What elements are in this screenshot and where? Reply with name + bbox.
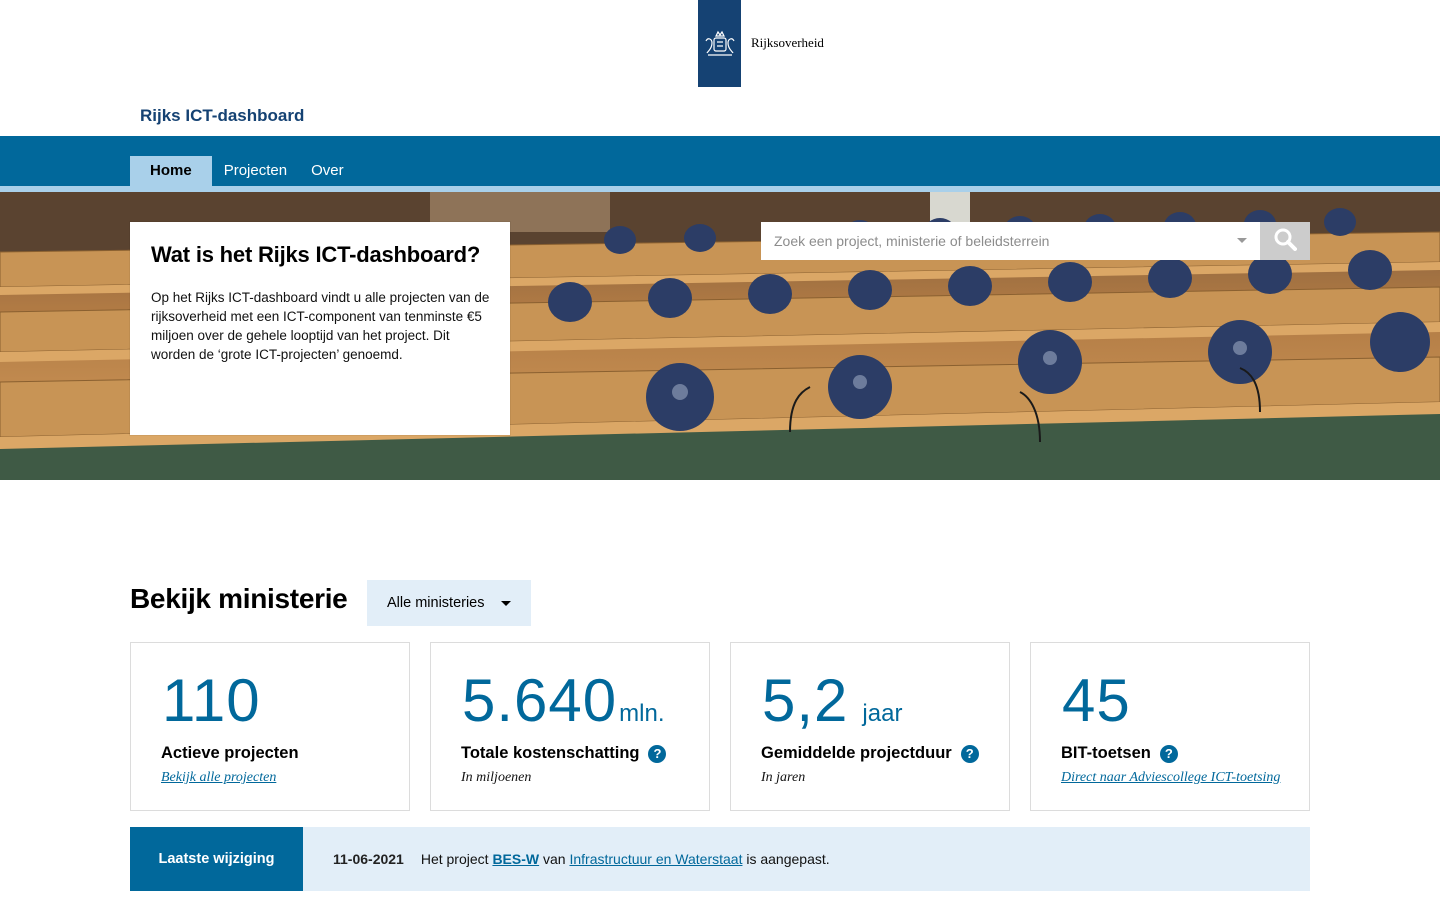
stat-sub: Direct naar Adviescollege ICT-toetsing <box>1061 770 1280 786</box>
link-project-bes-w[interactable]: BES-W <box>492 851 539 867</box>
logo-wordmark: Rijksoverheid <box>751 34 824 50</box>
help-icon[interactable]: ? <box>1159 744 1178 763</box>
stat-value: 5,2 jaar <box>762 667 903 734</box>
stat-card-actieve-projecten: 110 Actieve projecten Bekijk alle projec… <box>130 642 410 811</box>
logo-emblem-icon <box>698 0 741 87</box>
nav-item-over[interactable]: Over <box>299 156 356 186</box>
link-ministerie-ienw[interactable]: Infrastructuur en Waterstaat <box>569 851 742 867</box>
site-title[interactable]: Rijks ICT-dashboard <box>140 106 304 126</box>
ministry-dropdown-value: Alle ministeries <box>387 595 485 611</box>
stat-card-projectduur: 5,2 jaar Gemiddelde projectduur? In jaren <box>730 642 1010 811</box>
search-icon <box>1273 227 1297 256</box>
link-adviescollege-ict-toetsing[interactable]: Direct naar Adviescollege ICT-toetsing <box>1061 770 1280 785</box>
stat-label: BIT-toetsen? <box>1061 744 1178 763</box>
stat-unit: mln. <box>619 700 665 727</box>
stat-sub: In miljoenen <box>461 770 532 785</box>
stats-row: 110 Actieve projecten Bekijk alle projec… <box>130 642 1310 811</box>
latest-change-date: 11-06-2021 <box>333 851 404 867</box>
search-input[interactable] <box>761 222 1260 260</box>
stat-card-kostenschatting: 5.640mln. Totale kostenschatting? In mil… <box>430 642 710 811</box>
latest-change-text: Het project BES-W van Infrastructuur en … <box>420 851 830 867</box>
intro-card-text: Op het Rijks ICT-dashboard vindt u alle … <box>151 290 490 362</box>
stat-label: Actieve projecten <box>161 744 299 762</box>
stat-value: 5.640mln. <box>462 667 665 734</box>
chevron-down-icon <box>500 600 511 606</box>
ministry-dropdown[interactable]: Alle ministeries <box>367 580 531 626</box>
stat-label: Gemiddelde projectduur? <box>761 744 979 763</box>
stat-sub: In jaren <box>761 770 806 785</box>
stat-value: 45 <box>1062 667 1131 734</box>
rijksoverheid-logo[interactable]: Rijksoverheid <box>698 0 824 87</box>
main-navigation: Home Projecten Over <box>0 136 1440 186</box>
link-bekijk-alle-projecten[interactable]: Bekijk alle projecten <box>161 770 276 785</box>
latest-change-label: Laatste wijziging <box>130 827 303 891</box>
stat-card-bit-toetsen: 45 BIT-toetsen? Direct naar Adviescolleg… <box>1030 642 1310 811</box>
nav-item-home[interactable]: Home <box>130 156 212 186</box>
nav-item-projecten[interactable]: Projecten <box>212 156 299 186</box>
stat-label: Totale kostenschatting? <box>461 744 667 763</box>
help-icon[interactable]: ? <box>960 744 979 763</box>
search-button[interactable] <box>1260 222 1310 260</box>
latest-change-bar: Laatste wijziging 11-06-2021 Het project… <box>130 827 1310 891</box>
intro-card-title: Wat is het Rijks ICT-dashboard? <box>151 242 481 267</box>
intro-card: Wat is het Rijks ICT-dashboard? Op het R… <box>130 222 510 435</box>
stat-unit: jaar <box>862 700 903 727</box>
stat-value: 110 <box>162 667 261 734</box>
stat-sub: Bekijk alle projecten <box>161 770 276 786</box>
section-title-ministerie: Bekijk ministerie <box>130 583 348 614</box>
search-bar <box>761 222 1310 260</box>
search-dropdown-caret-icon[interactable] <box>1237 238 1247 243</box>
help-icon[interactable]: ? <box>648 744 667 763</box>
